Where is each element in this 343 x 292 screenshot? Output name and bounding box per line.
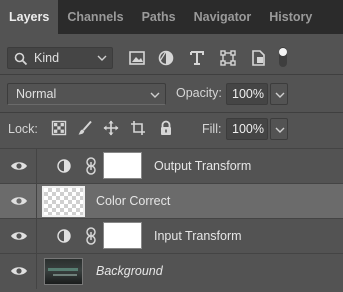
layer-row[interactable]: Output Transform [0,148,343,184]
layer-thumbnail[interactable] [44,258,83,285]
divider [36,149,37,184]
layer-mask-thumbnail[interactable] [103,222,142,249]
fill-label: Fill: [202,122,222,136]
opacity-dropdown-button[interactable] [270,83,288,105]
opacity-label: Opacity: [176,86,222,100]
layer-row[interactable]: Color Correct [0,183,343,219]
thumbnail-detail [53,274,77,276]
visibility-eye-icon[interactable] [10,159,28,173]
blend-mode-label: Normal [16,87,57,101]
layers-list: Output Transform Color Correct Input Tra… [0,148,343,292]
visibility-eye-icon[interactable] [10,229,28,243]
image-filter-icon[interactable] [128,49,146,67]
tab-paths[interactable]: Paths [133,0,185,34]
adjustment-layer-icon[interactable] [57,159,71,173]
layer-row[interactable]: Background [0,253,343,289]
filter-row: Kind [0,34,343,74]
layer-name: Background [96,264,163,278]
layers-panel: Kind Normal Opacity: 100% Lock: Fill: 10… [0,34,343,292]
tab-navigator[interactable]: Navigator [185,0,261,34]
tab-history[interactable]: History [260,0,321,34]
lock-position-icon[interactable] [103,120,119,136]
filter-toggle-icon[interactable] [278,46,288,68]
shape-filter-icon[interactable] [219,49,237,67]
divider [0,112,343,113]
chevron-down-icon [97,55,107,61]
divider [36,219,37,254]
lock-label: Lock: [8,122,38,136]
layer-thumbnail[interactable] [42,186,85,217]
fill-dropdown-button[interactable] [270,118,288,140]
layer-row[interactable]: Input Transform [0,218,343,254]
fill-input[interactable]: 100% [226,118,268,140]
lock-all-icon[interactable] [158,120,174,136]
blend-mode-select[interactable]: Normal [7,83,166,105]
panel-tab-bar: Layers Channels Paths Navigator History [0,0,343,34]
adjustment-layer-icon[interactable] [57,229,71,243]
opacity-input[interactable]: 100% [226,83,268,105]
chevron-down-icon [150,92,160,98]
layer-mask-thumbnail[interactable] [103,152,142,179]
divider [36,254,37,289]
visibility-eye-icon[interactable] [10,264,28,278]
thumbnail-detail [48,268,78,271]
tab-layers[interactable]: Layers [0,0,59,34]
kind-filter-label: Kind [34,51,60,65]
lock-artboard-icon[interactable] [130,120,146,136]
layer-name: Color Correct [96,194,171,208]
tab-channels[interactable]: Channels [58,0,132,34]
divider [0,74,343,75]
kind-filter-select[interactable]: Kind [7,47,113,69]
adjustment-filter-icon[interactable] [157,49,175,67]
layer-name: Input Transform [154,229,242,243]
link-chain-icon[interactable] [84,227,98,245]
visibility-eye-icon[interactable] [10,194,28,208]
smart-object-filter-icon[interactable] [249,49,267,67]
lock-image-pixels-icon[interactable] [77,120,93,136]
divider [36,184,37,219]
chevron-down-icon [275,127,285,133]
type-filter-icon[interactable] [188,49,206,67]
layer-name: Output Transform [154,159,252,173]
search-icon [14,52,28,66]
lock-transparent-pixels-icon[interactable] [51,120,67,136]
link-chain-icon[interactable] [84,157,98,175]
chevron-down-icon [275,92,285,98]
